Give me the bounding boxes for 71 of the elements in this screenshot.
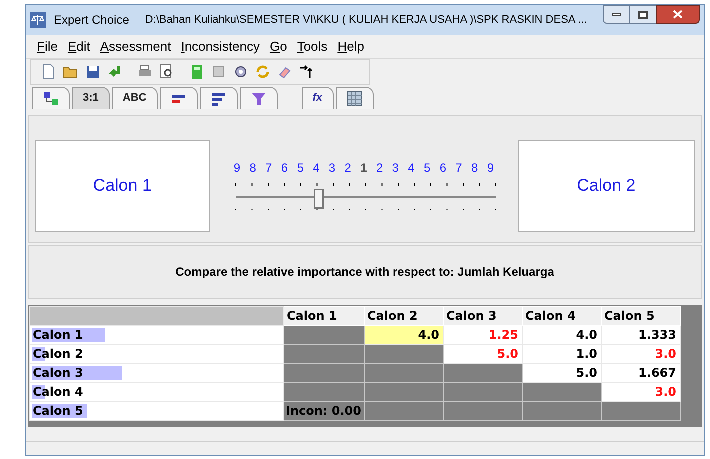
scale-label: 7	[264, 160, 274, 177]
scale-label: 3	[391, 160, 400, 177]
scale-label: 7	[454, 160, 464, 177]
row-label: Calon 5	[32, 404, 84, 418]
matrix-cell[interactable]: 5.0	[522, 364, 601, 382]
column-header: Calon 3	[443, 306, 522, 326]
scale-label: 3	[328, 160, 337, 177]
row-label: Calon 1	[32, 328, 84, 342]
matrix-cell[interactable]: 1.333	[601, 326, 680, 344]
tab[interactable]	[240, 87, 278, 109]
scale-label: 6	[438, 160, 448, 177]
inconsistency-cell: Incon: 0.00	[284, 402, 364, 420]
matrix-cell[interactable]: 1.0	[522, 344, 601, 364]
column-header: Calon 5	[601, 306, 680, 326]
scale-label: 5	[422, 160, 432, 177]
scale-label: 4	[407, 160, 416, 177]
new-file-icon[interactable]	[41, 64, 57, 80]
minimize-button[interactable]	[603, 5, 630, 24]
sorted-bars-icon	[210, 90, 227, 106]
arrows-icon[interactable]	[299, 64, 315, 80]
tab[interactable]	[160, 87, 198, 109]
scale-label: 9	[486, 160, 496, 177]
funnel-icon	[250, 90, 267, 106]
tab[interactable]	[336, 87, 374, 109]
matrix-cell[interactable]: 3.0	[601, 344, 680, 364]
menu-item[interactable]: Edit	[66, 36, 92, 56]
left-alternative: Calon 1	[35, 140, 210, 232]
close-button[interactable]	[656, 5, 700, 24]
matrix-cell[interactable]: 4.0	[522, 326, 601, 344]
maximize-button[interactable]	[630, 5, 656, 24]
column-header: Calon 2	[364, 306, 443, 326]
menu-item[interactable]: Inconsistency	[180, 36, 261, 56]
column-header: Calon 1	[284, 306, 364, 326]
matrix-cell[interactable]: 5.0	[443, 344, 522, 364]
row-label: Calon 3	[32, 366, 84, 380]
matrix-cell[interactable]: 1.667	[601, 364, 680, 382]
matrix-cell[interactable]: 3.0	[601, 382, 680, 402]
app-icon	[30, 12, 46, 28]
menu-item[interactable]: Go	[268, 36, 288, 56]
menu-item[interactable]: Help	[336, 36, 366, 56]
slider-thumb[interactable]	[314, 189, 324, 209]
scale-label: 9	[232, 160, 242, 177]
tree-icon	[43, 90, 59, 106]
tab[interactable]: ABC	[112, 87, 158, 109]
file-path: D:\Bahan Kuliahku\SEMESTER VI\KKU ( KULIAH KERJA USAHA )\SPK RASKIN DESA ...	[145, 12, 588, 28]
grid-icon	[346, 90, 363, 106]
tab[interactable]: fx	[302, 87, 334, 109]
tab[interactable]	[200, 87, 238, 109]
menu-item[interactable]: Tools	[296, 36, 329, 56]
row-label: Calon 2	[32, 347, 84, 361]
scale-label: 5	[296, 160, 305, 177]
scale-label: 2	[375, 160, 384, 177]
close-icon	[673, 10, 683, 19]
window-title: Expert Choice	[54, 12, 130, 29]
menu-item[interactable]: Assessment	[99, 36, 172, 56]
menu-item[interactable]: File	[36, 36, 59, 56]
scale-label: 6	[280, 160, 290, 177]
scale-label: 2	[344, 160, 352, 177]
right-alternative: Calon 2	[518, 140, 695, 232]
save-icon[interactable]	[85, 64, 101, 80]
tab[interactable]: 3:1	[72, 87, 110, 109]
prompt-text: Compare the relative importance with respect to: Jumlah Keluarga	[176, 264, 554, 281]
scale-label: 1	[360, 160, 368, 177]
matrix-cell[interactable]: 1.25	[443, 326, 522, 344]
tab[interactable]	[32, 87, 70, 109]
row-label: Calon 4	[32, 385, 84, 399]
scale-label: 8	[470, 160, 480, 177]
matrix-cell[interactable]: 4.0	[364, 326, 443, 344]
scale-label: 4	[312, 160, 321, 177]
scale-label: 8	[248, 160, 258, 177]
column-header: Calon 4	[522, 306, 601, 326]
